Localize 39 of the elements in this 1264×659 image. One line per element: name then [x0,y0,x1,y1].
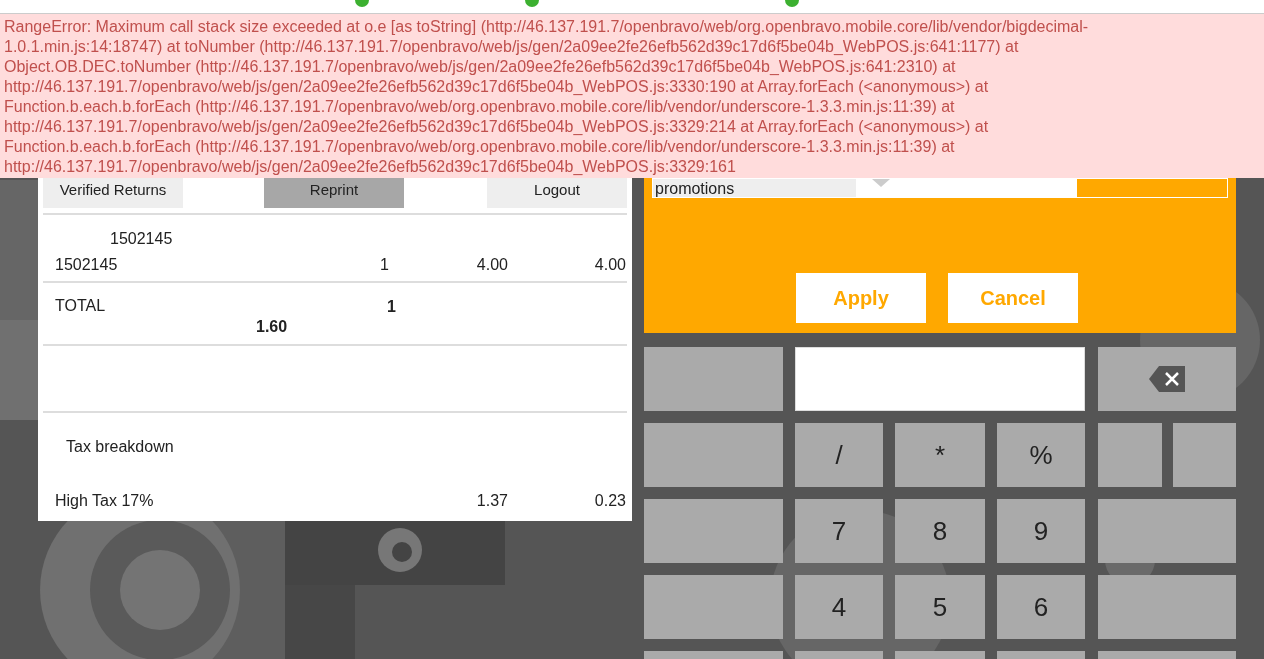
keypad-key[interactable] [644,347,783,411]
keypad-key[interactable]: 4 [795,575,883,639]
keypad-key[interactable]: 6 [997,575,1085,639]
tax-base-cell-text: 1.37 [475,491,508,511]
price-cell-text: 4.00 [475,255,508,275]
keypad-key[interactable]: 7 [795,499,883,563]
keypad-key[interactable]: % [997,423,1085,487]
backspace-icon [1149,366,1185,392]
product-name: 1502145 [55,255,119,275]
amount-cell-text: 4.00 [593,255,626,275]
line-reference: 1502145 [110,229,173,249]
keypad-key[interactable] [1098,575,1236,639]
receipt-action-button[interactable]: Verified Returns [43,178,183,208]
quantity-cell-text: 1 [379,255,389,275]
error-message: RangeError: Maximum call stack size exceeded at o.e [as toString] (http://46.137.191.7/openbravo/web/org.openbravo.mobile.core/lib/vendor/bigdecimal- 1.0.1.min.js:14:18747) at toNumber (http://46.137.191.7/openbravo/web/js/gen/2a09ee2fe26efb562d39c17d6f5be04b_WebPOS.js:641:1177) at Object.OB.DEC.toNumber (http://46.137.191.7/openbravo/web/js/gen/2a09ee2fe26efb562d39c17d6f5be04b_WebPOS.js:641:2310) at http://46.137.191.7/openbravo/web/js/gen/2a09ee2fe26efb562d39c17d6f5be04b_WebPOS.js:3330:190 at Array.forEach (<anonymous>) at Function.b.each.b.forEach (http://46.137.191.7/openbravo/web/org.openbravo.mobile.core/lib/vendor/underscore-1.3.3.min.js:11:39) at http://46.137.191.7/openbravo/web/js/gen/2a09ee2fe26efb562d39c17d6f5be04b_WebPOS.js:3329:214 at Array.forEach (<anonymous>) at Function.b.each.b.forEach (http://46.137.191.7/openbravo/web/org.openbravo.mobile.core/lib/vendor/underscore-1.3.3.min.js:11:39) at http://46.137.191.7/openbravo/web/js/gen/2a09ee2fe26efb562d39c17d6f5be04b_WebPOS.js:3329:161 [4,17,1089,177]
keypad-key[interactable] [644,575,783,639]
tab-favicon-icon [355,0,369,8]
keypad-key[interactable] [1173,423,1236,487]
keypad-key[interactable] [644,499,783,563]
receipt-action-button[interactable]: Reprint [264,178,404,208]
total-amount: 1.60 [256,317,288,337]
tax-amount-cell-text: 0.23 [593,491,626,511]
keypad-key[interactable] [1098,423,1162,487]
tax-breakdown-heading: Tax breakdown [66,437,174,457]
keypad-key[interactable]: / [795,423,883,487]
keypad-key[interactable]: 5 [895,575,985,639]
total-label: TOTAL [55,296,106,316]
total-quantity: 1 [387,297,396,317]
keypad-key[interactable] [1098,499,1236,563]
backspace-button[interactable] [1098,347,1236,411]
keypad-key[interactable] [644,423,783,487]
receipt-action-button[interactable]: Logout [487,178,627,208]
keypad-input-field[interactable] [795,347,1085,411]
keypad-key[interactable]: 9 [997,499,1085,563]
tax-name: High Tax 17% [55,491,155,511]
tab-favicon-icon [785,0,799,8]
keypad-key[interactable]: * [895,423,985,487]
keypad-key[interactable]: 8 [895,499,985,563]
tab-favicon-icon [525,0,539,8]
